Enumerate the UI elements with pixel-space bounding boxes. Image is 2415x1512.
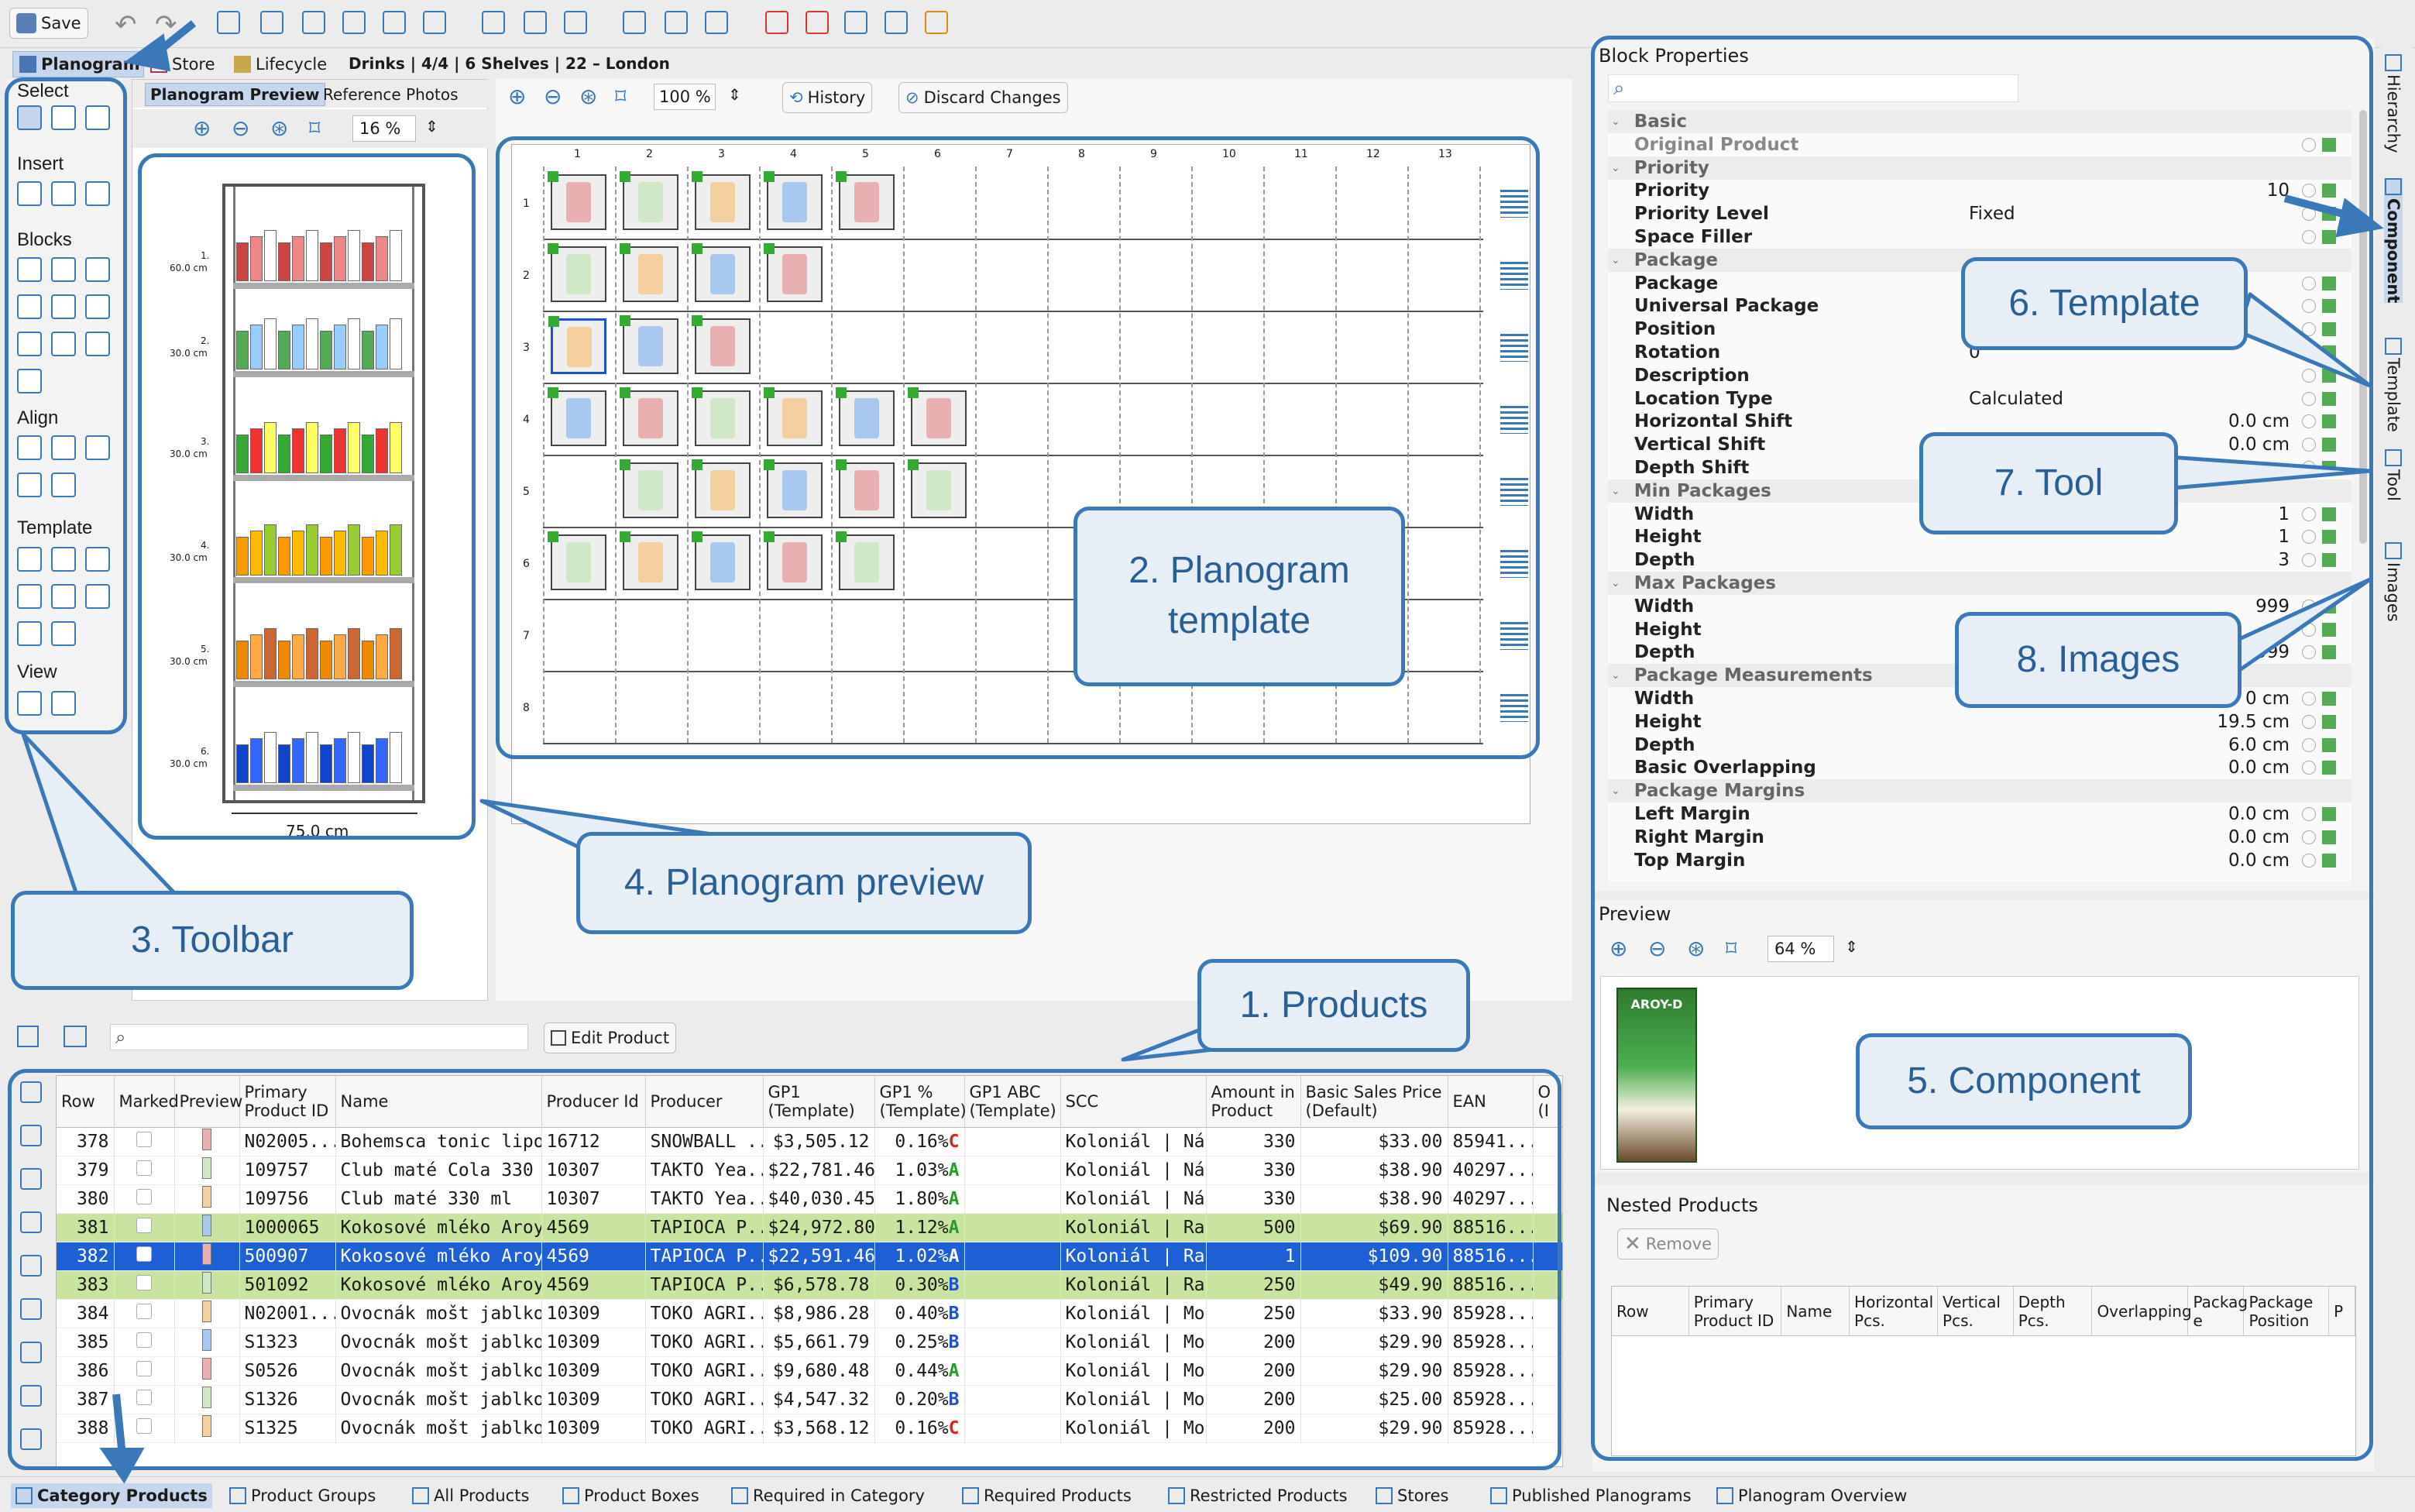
callout-tool: 7. Tool — [1919, 432, 2178, 534]
callout-component: 5. Component — [1856, 1033, 2192, 1129]
pointer-toolbar — [21, 732, 180, 899]
callout-products: 1. Products — [1197, 959, 1470, 1052]
callout-preview: 4. Planogram preview — [576, 832, 1032, 934]
callout-toolbar: 3. Toolbar — [11, 891, 414, 990]
callout-pointers — [21, 20, 2384, 1484]
pointer-images — [2221, 577, 2372, 684]
pointer-template6 — [2236, 292, 2372, 388]
callout-template: 2. Planogram template — [1074, 507, 1405, 686]
callout-images: 8. Images — [1955, 612, 2242, 708]
callout-template6: 6. Template — [1961, 257, 2248, 350]
arrow-category-products — [112, 1393, 126, 1457]
pointer-tool — [2166, 455, 2372, 490]
